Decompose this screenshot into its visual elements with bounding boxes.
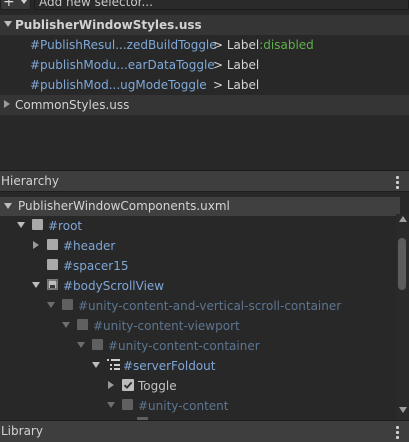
scroll-up-icon[interactable] — [399, 216, 407, 222]
hierarchy-menu-icon[interactable] — [396, 176, 399, 191]
element-name: #serverFoldout — [123, 359, 216, 373]
library-menu-icon[interactable] — [396, 426, 399, 441]
expand-arrow-icon[interactable] — [92, 362, 100, 368]
selector-target: > Label — [213, 78, 260, 92]
stylesheet-publisherwindowstyles[interactable]: PublisherWindowStyles.uss — [0, 15, 409, 35]
element-name: #unity-content — [138, 399, 229, 413]
element-box-icon — [47, 259, 58, 270]
hierarchy-item[interactable]: #root — [0, 216, 396, 236]
expand-arrow-icon[interactable] — [107, 402, 115, 408]
element-name: #unity-content-viewport — [93, 319, 240, 333]
selector-target: > Label — [213, 58, 260, 72]
expand-arrow-icon[interactable] — [32, 282, 40, 288]
uxml-file-name: PublisherWindowComponents.uxml — [18, 199, 230, 213]
element-name: #unity-content-container — [108, 339, 260, 353]
hierarchy-file-row[interactable]: PublisherWindowComponents.uxml — [0, 197, 400, 216]
scrollbar-thumb[interactable] — [398, 238, 406, 290]
element-box-icon — [77, 319, 88, 330]
element-name: #unity-content-and-vertical-scroll-conta… — [78, 299, 342, 313]
collapse-arrow-icon[interactable] — [4, 100, 10, 108]
stylesheet-name: PublisherWindowStyles.uss — [15, 18, 202, 32]
selector-rule[interactable]: #PublishResul...zedBuildToggle > Label:d… — [0, 35, 409, 55]
selector-rule[interactable]: #publishModu...earDataToggle > Label — [0, 55, 409, 75]
element-name: Toggle — [138, 379, 177, 393]
scroll-down-icon[interactable] — [399, 407, 407, 413]
stylesheet-name: CommonStyles.uss — [15, 98, 130, 112]
selector-target: > Label:disabled — [213, 38, 314, 52]
selector-rule[interactable]: #publishMod...ugModeToggle > Label — [0, 75, 409, 95]
selector-name: #PublishResul...zedBuildToggle — [30, 38, 217, 52]
element-name: #bodyScrollView — [63, 279, 165, 293]
hierarchy-item[interactable]: #unity-content — [0, 396, 396, 416]
hierarchy-header: Hierarchy — [0, 170, 409, 192]
expand-arrow-icon[interactable] — [4, 21, 12, 27]
expand-arrow-icon[interactable] — [47, 302, 55, 308]
library-header: Library — [0, 420, 409, 442]
plus-icon: + — [3, 0, 15, 10]
element-name: #spacer15 — [63, 259, 129, 273]
expand-arrow-icon[interactable] — [17, 222, 25, 228]
pseudo-class: :disabled — [259, 38, 314, 52]
hierarchy-item[interactable]: #unity-content-viewport — [0, 316, 396, 336]
hierarchy-item[interactable]: #unity-content-and-vertical-scroll-conta… — [0, 296, 396, 316]
selector-toolbar: + Add new selector... — [0, 0, 409, 12]
hierarchy-item[interactable]: #serverFoldout — [0, 356, 396, 376]
chevron-down-icon — [21, 0, 27, 4]
stylesheet-commonstyles[interactable]: CommonStyles.uss — [0, 95, 409, 115]
hierarchy-item[interactable]: #unity-content-container — [0, 336, 396, 356]
foldout-list-icon — [107, 358, 121, 375]
collapse-arrow-icon[interactable] — [33, 241, 39, 249]
library-title: Library — [1, 424, 43, 438]
expand-arrow-icon[interactable] — [4, 203, 12, 209]
add-selector-button[interactable]: + — [0, 0, 31, 10]
scrollview-icon — [47, 279, 58, 290]
collapse-arrow-icon[interactable] — [108, 381, 114, 389]
new-selector-input[interactable]: Add new selector... — [34, 0, 409, 10]
element-box-icon — [32, 219, 43, 230]
element-box-icon — [92, 339, 103, 350]
toggle-checkbox-icon — [122, 379, 134, 394]
element-box-icon — [62, 299, 73, 310]
expand-arrow-icon[interactable] — [62, 322, 70, 328]
hierarchy-item[interactable]: #spacer15 — [0, 256, 396, 276]
element-name: #root — [48, 219, 83, 233]
hierarchy-title: Hierarchy — [1, 174, 60, 188]
hierarchy-item[interactable]: #bodyScrollView — [0, 276, 396, 296]
expand-arrow-icon[interactable] — [77, 342, 85, 348]
selector-name: #publishMod...ugModeToggle — [30, 78, 207, 92]
element-box-icon — [47, 239, 58, 250]
hierarchy-item[interactable]: Toggle — [0, 376, 396, 396]
hierarchy-item[interactable]: #header — [0, 236, 396, 256]
selector-name: #publishModu...earDataToggle — [30, 58, 215, 72]
element-box-icon — [122, 399, 133, 410]
element-name: #header — [63, 239, 116, 253]
